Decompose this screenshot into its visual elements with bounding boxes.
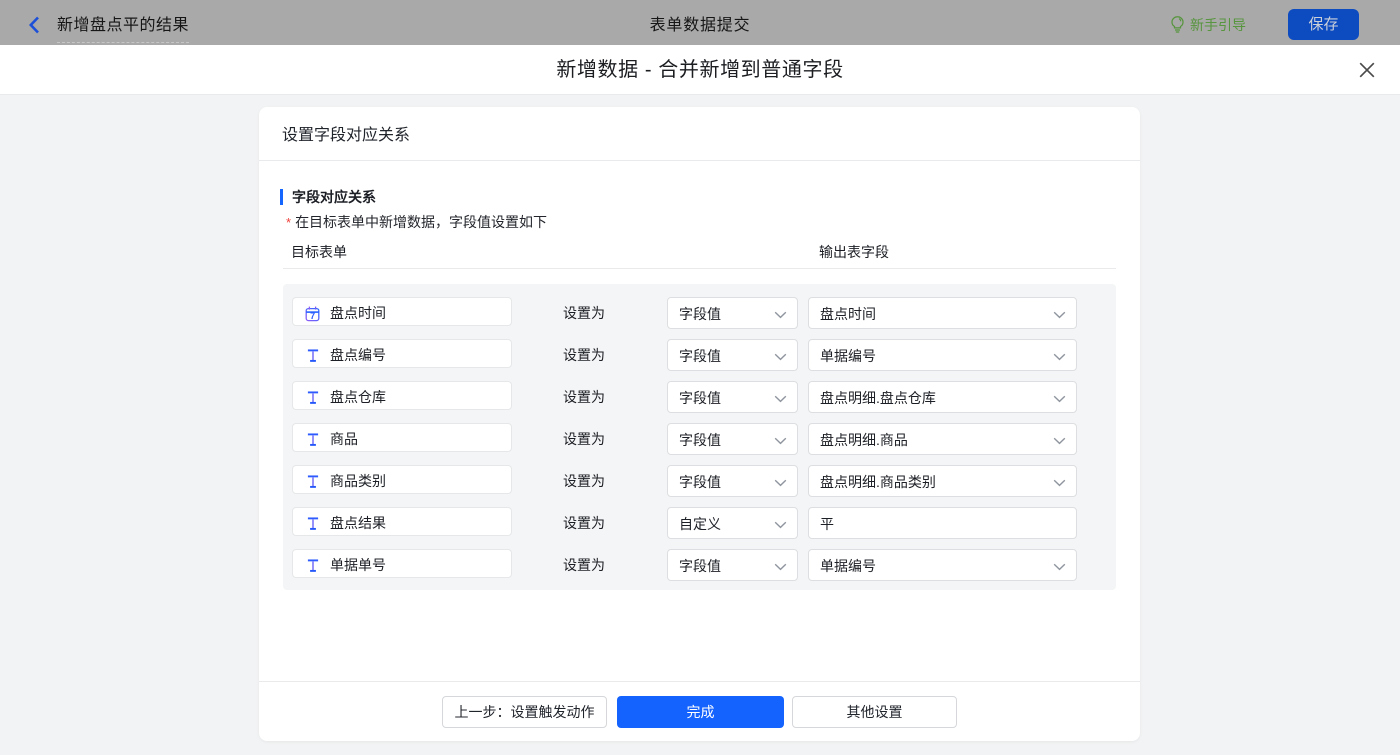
svg-text:7: 7 (310, 311, 315, 321)
